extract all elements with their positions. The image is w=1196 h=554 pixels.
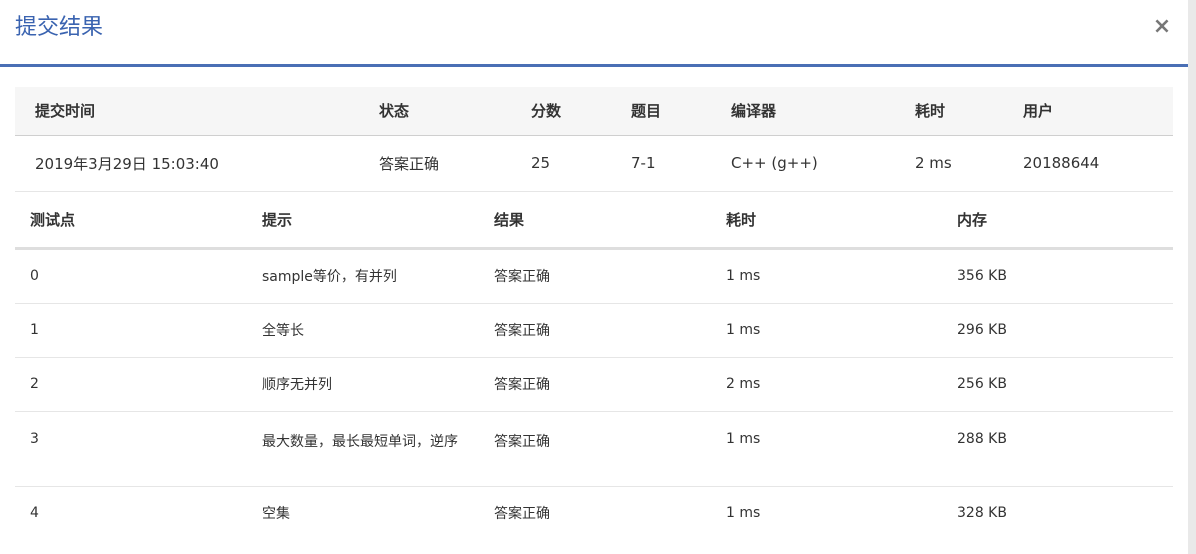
test-result: 答案正确 [494,303,726,358]
header-time: 耗时 [726,192,957,250]
table-row: 1 全等长 答案正确 1 ms 296 KB [15,303,1173,358]
submission-result-modal: 提交结果 × 提交时间 状态 分数 题目 编译器 耗时 用户 2019年3月29… [0,0,1188,554]
test-result: 答案正确 [494,357,726,412]
test-time: 1 ms [726,411,957,487]
header-compiler: 编译器 [731,87,915,136]
header-elapsed: 耗时 [915,87,1023,136]
test-point-id: 4 [30,505,39,521]
test-time: 2 ms [726,357,957,412]
summary-header-row: 提交时间 状态 分数 题目 编译器 耗时 用户 [15,87,1173,136]
test-time: 1 ms [726,303,957,358]
header-result: 结果 [494,192,726,250]
summary-row: 2019年3月29日 15:03:40 答案正确 25 7-1 C++ (g++… [15,135,1173,192]
header-score: 分数 [531,87,631,136]
user-id: 20188644 [1023,135,1173,192]
header-submit-time: 提交时间 [35,87,379,136]
test-memory: 328 KB [957,505,1007,521]
test-time: 1 ms [726,248,957,304]
test-time: 1 ms [726,505,761,521]
header-user: 用户 [1023,87,1173,136]
test-result: 答案正确 [494,506,550,522]
header-status: 状态 [379,87,531,136]
test-hint: 顺序无并列 [262,357,494,412]
test-point-id: 0 [30,248,262,304]
status-badge: 答案正确 [379,135,531,192]
scroll-gutter [1188,0,1196,554]
test-memory: 256 KB [957,357,1173,412]
cases-header-row: 测试点 提示 结果 耗时 内存 [15,192,1173,250]
test-point-id: 1 [30,303,262,358]
test-point-id: 2 [30,357,262,412]
test-memory: 296 KB [957,303,1173,358]
modal-header: 提交结果 × [0,0,1188,67]
test-memory: 288 KB [957,411,1173,487]
table-row: 2 顺序无并列 答案正确 2 ms 256 KB [15,357,1173,412]
header-hint: 提示 [262,192,494,250]
elapsed-time: 2 ms [915,135,1023,192]
table-row: 0 sample等价，有并列 答案正确 1 ms 356 KB [15,248,1173,304]
score: 25 [531,135,631,192]
submit-time: 2019年3月29日 15:03:40 [35,135,379,192]
test-result: 答案正确 [494,248,726,304]
table-row: 4 空集 答案正确 1 ms 328 KB [15,486,1173,540]
modal-title: 提交结果 [15,15,104,40]
test-case-table: 测试点 提示 结果 耗时 内存 0 sample等价，有并列 答案正确 1 ms… [15,192,1173,540]
test-hint: sample等价，有并列 [262,248,494,304]
header-memory: 内存 [957,192,1173,250]
header-problem: 题目 [631,87,731,136]
test-memory: 356 KB [957,248,1173,304]
close-icon[interactable]: × [1150,12,1174,42]
test-hint: 空集 [262,506,290,522]
test-point-id: 3 [30,411,262,487]
header-test-point: 测试点 [30,192,262,250]
compiler: C++ (g++) [731,135,915,192]
test-result: 答案正确 [494,411,726,487]
table-row: 3 最大数量，最长最短单词，逆序 答案正确 1 ms 288 KB [15,411,1173,487]
test-hint: 全等长 [262,303,494,358]
problem-link[interactable]: 7-1 [631,135,731,192]
submission-summary-table: 提交时间 状态 分数 题目 编译器 耗时 用户 2019年3月29日 15:03… [15,87,1173,192]
test-hint: 最大数量，最长最短单词，逆序 [262,411,494,487]
